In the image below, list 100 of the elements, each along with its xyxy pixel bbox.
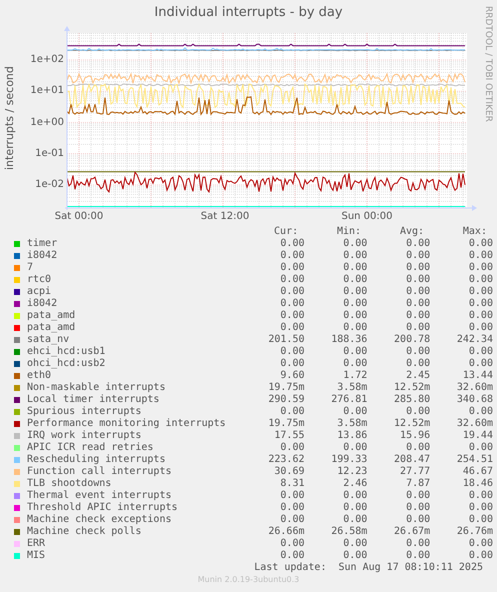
legend-value: 0.00 xyxy=(468,502,494,514)
last-update: Last update: Sun Aug 17 08:10:11 2025 xyxy=(253,562,484,574)
legend-value: 0.00 xyxy=(279,310,306,322)
legend-value: 26.67m xyxy=(393,526,432,538)
legend-value: 0.00 xyxy=(405,538,432,550)
legend-label: Performance monitoring interrupts xyxy=(27,418,227,430)
legend-value: 12.52m xyxy=(393,382,432,394)
legend-value: 0.00 xyxy=(405,286,432,298)
legend-label: sata_nv xyxy=(27,334,70,346)
legend-value: 0.00 xyxy=(342,514,368,526)
legend-value: 7.87 xyxy=(405,478,432,490)
legend-value: 0.00 xyxy=(405,442,432,454)
legend-value: 0.00 xyxy=(405,274,432,286)
legend-label: TLB shootdowns xyxy=(27,478,112,490)
axis-label: interrupts / second xyxy=(3,65,17,172)
legend-value: 2.45 xyxy=(405,370,432,382)
legend-value: 0.00 xyxy=(405,346,432,358)
tick-label: Sat 00:00 xyxy=(54,211,104,223)
legend-label: i8042 xyxy=(27,298,58,310)
legend-value: 13.86 xyxy=(336,430,368,442)
legend-value: 254.51 xyxy=(456,454,494,466)
legend-value: 0.00 xyxy=(468,298,494,310)
legend-label: Thermal event interrupts xyxy=(27,490,172,502)
legend-value: 19.44 xyxy=(462,430,494,442)
legend-value: 19.75m xyxy=(267,418,306,430)
legend-label: eth0 xyxy=(27,370,52,382)
legend-value: 0.00 xyxy=(468,274,494,286)
legend-value: 0.00 xyxy=(279,502,306,514)
legend-value: 32.60m xyxy=(456,418,494,430)
legend-value: 26.66m xyxy=(267,526,306,538)
legend-value: 30.69 xyxy=(273,466,306,478)
legend-value: 201.50 xyxy=(267,334,306,346)
legend-value: 0.00 xyxy=(468,310,494,322)
legend-value: 0.00 xyxy=(279,358,306,370)
tick-label: 1e+01 xyxy=(29,85,64,98)
legend-value: 0.00 xyxy=(342,322,368,334)
legend-label: ehci_hcd:usb1 xyxy=(27,346,106,358)
legend-value: 0.00 xyxy=(405,298,432,310)
legend-value: 0.00 xyxy=(405,250,432,262)
legend-value: 0.00 xyxy=(342,274,368,286)
legend-label: ERR xyxy=(27,538,46,550)
legend-value: 0.00 xyxy=(405,550,432,562)
legend-value: 18.46 xyxy=(462,478,494,490)
legend-value: 12.52m xyxy=(393,418,432,430)
legend-label: acpi xyxy=(27,286,52,298)
legend-value: 340.68 xyxy=(456,394,494,406)
legend-value: 0.00 xyxy=(342,406,368,418)
legend-value: 3.58m xyxy=(336,418,368,430)
legend-value: 46.67 xyxy=(462,466,494,478)
tick-label: Sat 12:00 xyxy=(200,211,250,223)
tick-label: 1e-01 xyxy=(34,148,64,160)
legend-value: 0.00 xyxy=(468,250,494,262)
legend-label: IRQ work interrupts xyxy=(27,430,142,442)
legend-value: 0.00 xyxy=(279,250,306,262)
legend-value: 0.00 xyxy=(279,322,306,334)
legend-label: Function call interrupts xyxy=(27,466,172,478)
legend-value: 200.78 xyxy=(393,334,432,346)
legend-value: 17.55 xyxy=(273,430,306,442)
legend-value: 15.96 xyxy=(399,430,432,442)
legend-value: 0.00 xyxy=(342,298,368,310)
legend-label: APIC ICR read retries xyxy=(27,442,154,454)
legend-value: 1.72 xyxy=(342,370,368,382)
legend-label: Threshold APIC interrupts xyxy=(27,502,179,514)
legend-value: 0.00 xyxy=(279,274,306,286)
legend-value: 290.59 xyxy=(267,394,306,406)
legend-value: 8.31 xyxy=(279,478,306,490)
legend-value: 12.23 xyxy=(336,466,368,478)
legend-value: 0.00 xyxy=(279,406,306,418)
legend-value: 0.00 xyxy=(468,262,494,274)
side-credit: RRDTOOL / TOBI OETIKER xyxy=(483,6,493,122)
legend-value: 0.00 xyxy=(342,286,368,298)
legend-value: 0.00 xyxy=(279,286,306,298)
legend-value: 242.34 xyxy=(456,334,494,346)
legend-value: 223.62 xyxy=(267,454,306,466)
legend-value: 276.81 xyxy=(330,394,368,406)
legend-value: 0.00 xyxy=(405,490,432,502)
legend-value: 0.00 xyxy=(279,442,306,454)
legend-label: 7 xyxy=(27,262,34,274)
legend-value: 0.00 xyxy=(405,358,432,370)
legend-value: 0.00 xyxy=(468,322,494,334)
column-header: Min: xyxy=(336,226,362,238)
legend-value: 0.00 xyxy=(468,514,494,526)
tick-label: Sun 00:00 xyxy=(340,211,394,223)
legend-value: 0.00 xyxy=(468,346,494,358)
legend-value: 0.00 xyxy=(342,262,368,274)
legend-value: 9.60 xyxy=(279,370,306,382)
legend-value: 0.00 xyxy=(468,550,494,562)
legend-value: 0.00 xyxy=(405,514,432,526)
legend-value: 0.00 xyxy=(342,538,368,550)
legend-value: 0.00 xyxy=(342,550,368,562)
legend-value: 188.36 xyxy=(330,334,368,346)
legend-value: 0.00 xyxy=(342,442,368,454)
legend-value: 0.00 xyxy=(279,298,306,310)
legend-value: 26.76m xyxy=(456,526,494,538)
legend-label: timer xyxy=(27,238,58,250)
column-header: Max: xyxy=(462,226,488,238)
legend-value: 199.33 xyxy=(330,454,368,466)
legend-label: Spurious interrupts xyxy=(27,406,142,418)
legend-value: 0.00 xyxy=(468,358,494,370)
legend-label: Rescheduling interrupts xyxy=(27,454,166,466)
